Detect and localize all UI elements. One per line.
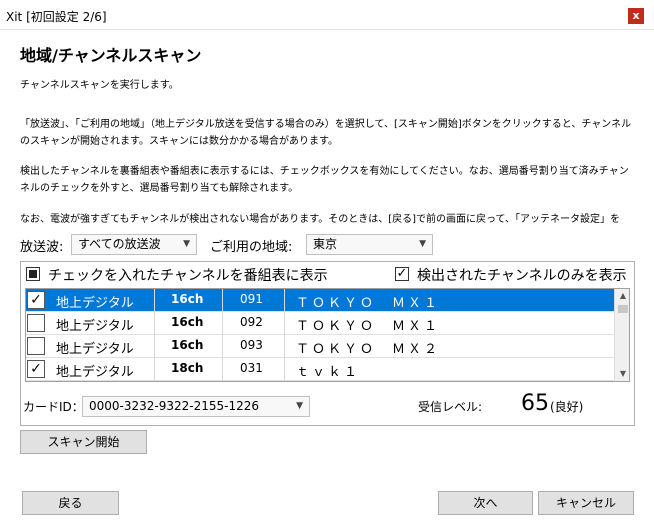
channel-checkbox[interactable]: ✓	[27, 360, 45, 378]
channel-type: 地上デジタル	[56, 342, 134, 357]
chevron-down-icon: ▼	[296, 401, 303, 411]
close-button[interactable]: x	[628, 8, 644, 24]
channel-physical: 16ch	[171, 315, 204, 329]
channel-type: 地上デジタル	[56, 365, 134, 380]
only-detected-checkbox[interactable]: ✓	[395, 267, 409, 281]
signal-level-value: 65	[521, 391, 549, 416]
next-button[interactable]: 次へ	[438, 491, 533, 515]
channel-name: ＴＯＫＹＯ ＭＸ１	[296, 296, 441, 311]
instruction-text: 「放送波」、「ご利用の地域」（地上デジタル放送を受信する場合のみ）を選択して、[…	[20, 119, 632, 147]
show-checked-option[interactable]: チェックを入れたチャンネルを番組表に表示	[26, 265, 356, 285]
region-select-value: 東京	[313, 237, 338, 251]
attenuator-note-text: なお、電波が強すぎてもチャンネルが検出されない場合があります。そのときは、[戻る…	[20, 214, 621, 225]
channel-checkbox[interactable]	[27, 337, 45, 355]
card-id-value: 0000-3232-9322-2155-1226	[89, 399, 260, 413]
channel-checkbox[interactable]: ✓	[27, 291, 45, 309]
channel-name: ｔｖｋ１	[296, 365, 361, 380]
intro-text: チャンネルスキャンを実行します。	[20, 80, 179, 91]
scrollbar-thumb[interactable]	[618, 305, 628, 313]
channel-name: ＴＯＫＹＯ ＭＸ１	[296, 319, 441, 334]
chevron-down-icon: ▼	[183, 239, 190, 249]
channel-list[interactable]: ✓ 地上デジタル 16ch 091 ＴＯＫＹＯ ＭＸ１ 地上デジタル 16ch …	[25, 288, 630, 382]
channel-number: 091	[240, 292, 263, 306]
region-select[interactable]: 東京 ▼	[306, 234, 433, 255]
broadcast-select-value: すべての放送波	[78, 237, 161, 251]
broadcast-label: 放送波:	[20, 240, 64, 255]
back-button[interactable]: 戻る	[22, 491, 119, 515]
only-detected-option[interactable]: ✓ 検出されたチャンネルのみを表示	[395, 265, 633, 285]
title-bar: Xit [初回設定 2/6] x	[0, 0, 654, 30]
card-id-select[interactable]: 0000-3232-9322-2155-1226 ▼	[82, 396, 310, 417]
channel-row[interactable]: ✓ 地上デジタル 18ch 031 ｔｖｋ１	[26, 358, 614, 381]
list-scrollbar[interactable]: ▲ ▼	[614, 289, 629, 381]
checkbox-help-text: 検出したチャンネルを裏番組表や番組表に表示するには、チェックボックスを有効にして…	[20, 166, 629, 194]
window-title: Xit [初回設定 2/6]	[6, 10, 107, 24]
cancel-button[interactable]: キャンセル	[538, 491, 634, 515]
channel-number: 092	[240, 315, 263, 329]
region-label: ご利用の地域:	[210, 240, 293, 255]
chevron-down-icon[interactable]: ▼	[615, 367, 629, 381]
channel-physical: 18ch	[171, 361, 204, 375]
broadcast-select[interactable]: すべての放送波 ▼	[71, 234, 197, 255]
channel-number: 031	[240, 361, 263, 375]
channel-checkbox[interactable]	[27, 314, 45, 332]
channel-name: ＴＯＫＹＯ ＭＸ２	[296, 342, 441, 357]
channel-row[interactable]: ✓ 地上デジタル 16ch 091 ＴＯＫＹＯ ＭＸ１	[26, 289, 614, 312]
show-checked-label: チェックを入れたチャンネルを番組表に表示	[48, 268, 328, 284]
channel-physical: 16ch	[171, 292, 204, 306]
channel-physical: 16ch	[171, 338, 204, 352]
card-id-label: カードID：	[23, 400, 84, 414]
page-title: 地域/チャンネルスキャン	[20, 46, 202, 65]
channel-type: 地上デジタル	[56, 296, 134, 311]
show-checked-checkbox[interactable]	[26, 267, 40, 281]
only-detected-label: 検出されたチャンネルのみを表示	[417, 268, 627, 284]
signal-quality: (良好)	[550, 400, 584, 414]
signal-level-label: 受信レベル:	[418, 400, 483, 414]
channel-number: 093	[240, 338, 263, 352]
scan-start-button[interactable]: スキャン開始	[20, 430, 147, 454]
channel-type: 地上デジタル	[56, 319, 134, 334]
chevron-up-icon[interactable]: ▲	[615, 289, 629, 303]
channel-row[interactable]: 地上デジタル 16ch 092 ＴＯＫＹＯ ＭＸ１	[26, 312, 614, 335]
chevron-down-icon: ▼	[419, 239, 426, 249]
channel-row[interactable]: 地上デジタル 16ch 093 ＴＯＫＹＯ ＭＸ２	[26, 335, 614, 358]
